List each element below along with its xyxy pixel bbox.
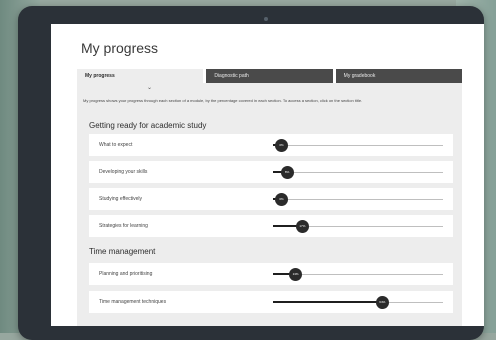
progress-knob: 0% — [275, 193, 288, 206]
progress-panel: My progress shows your progress through … — [77, 83, 462, 326]
progress-track — [273, 145, 443, 146]
tablet-device: My progress My progress Diagnostic path … — [18, 6, 484, 340]
row-label[interactable]: Developing your skills — [99, 169, 147, 175]
progress-track — [273, 172, 443, 173]
camera-icon — [264, 17, 268, 21]
progress-row-studying-effectively[interactable]: Studying effectively 0% — [89, 188, 453, 210]
chevron-down-icon[interactable]: ⌄ — [147, 84, 152, 91]
row-label[interactable]: Time management techniques — [99, 299, 166, 305]
progress-row-techniques[interactable]: Time management techniques 64% — [89, 291, 453, 313]
tab-my-gradebook[interactable]: My gradebook — [335, 69, 462, 83]
tab-diagnostic-path[interactable]: Diagnostic path — [206, 69, 333, 83]
section-heading-time-management: Time management — [89, 247, 156, 256]
intro-text: My progress shows your progress through … — [83, 98, 363, 103]
tab-bar: My progress Diagnostic path My gradebook — [77, 69, 462, 83]
row-label[interactable]: What to expect — [99, 142, 132, 148]
row-label[interactable]: Planning and prioritising — [99, 271, 152, 277]
progress-fill — [273, 301, 382, 303]
progress-knob: 64% — [375, 296, 389, 309]
progress-track — [273, 199, 443, 200]
tab-my-progress[interactable]: My progress — [77, 69, 204, 83]
progress-knob: 8% — [280, 166, 294, 179]
progress-row-strategies[interactable]: Strategies for learning 17% — [89, 215, 453, 237]
progress-knob: 17% — [295, 220, 309, 233]
page-title: My progress — [81, 40, 159, 56]
row-label[interactable]: Strategies for learning — [99, 223, 148, 229]
progress-knob: 13% — [289, 268, 303, 281]
row-label[interactable]: Studying effectively — [99, 196, 142, 202]
screen: My progress My progress Diagnostic path … — [51, 24, 484, 326]
progress-knob: 0% — [275, 139, 288, 152]
progress-row-developing-skills[interactable]: Developing your skills 8% — [89, 161, 453, 183]
progress-row-planning[interactable]: Planning and prioritising 13% — [89, 263, 453, 285]
progress-row-what-to-expect[interactable]: What to expect 0% — [89, 134, 453, 156]
section-heading-academic: Getting ready for academic study — [89, 121, 207, 130]
